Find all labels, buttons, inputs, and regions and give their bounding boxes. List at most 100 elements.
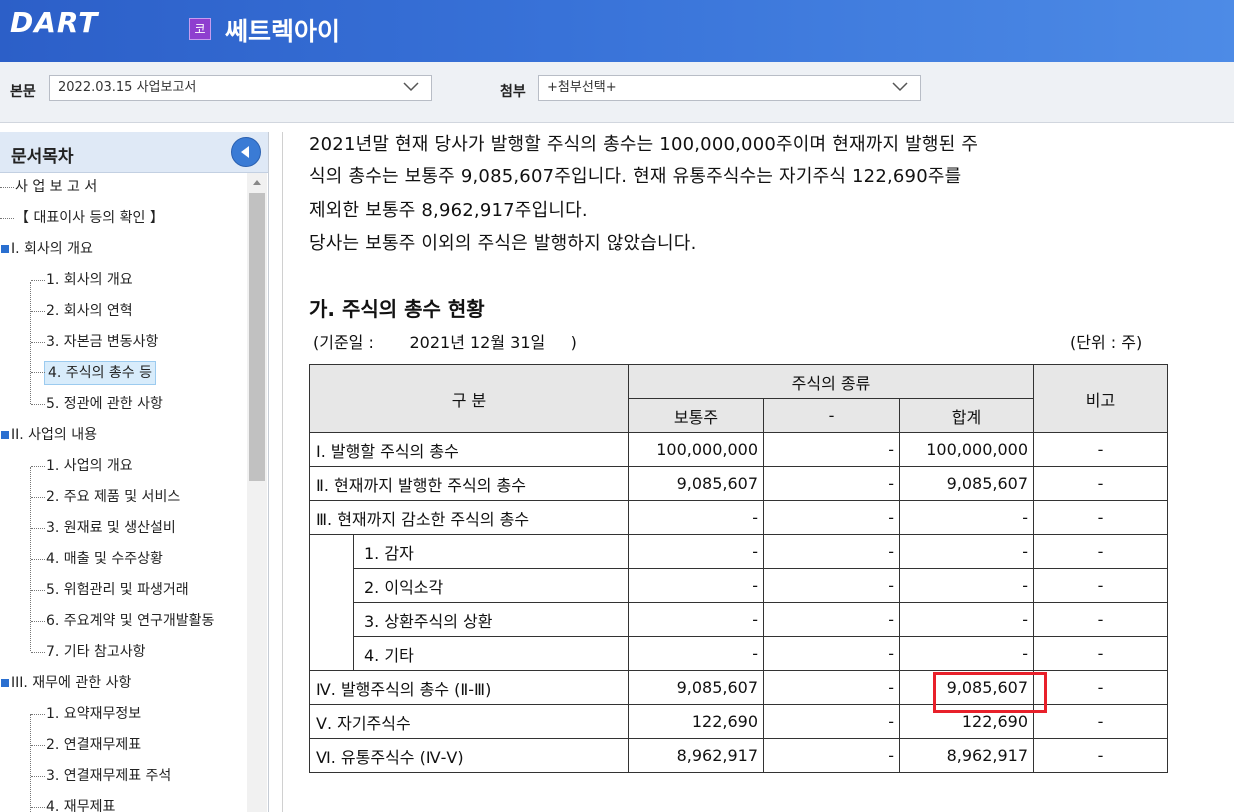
table-row: Ⅵ. 유통주식수 (Ⅳ-Ⅴ) 8,962,917 - 8,962,917 - [309, 738, 1168, 773]
toc-item-1-4-selected[interactable]: 4. 주식의 총수 등 [0, 361, 156, 385]
body-paragraph: 식의 총수는 보통주 9,085,607주입니다. 현재 유통주식수는 자기주식… [309, 166, 962, 187]
indent-cell [309, 534, 354, 671]
cell-other: - [763, 636, 900, 671]
toc-item-1-3[interactable]: 3. 자본금 변동사항 [0, 331, 158, 353]
folder-expand-icon[interactable] [1, 679, 9, 687]
row-label: 3. 상환주식의 상환 [353, 602, 629, 637]
attachment-select-value: +첨부선택+ [547, 80, 617, 95]
scroll-up-arrow-icon[interactable] [253, 180, 261, 185]
dart-logo[interactable]: DART [10, 6, 98, 39]
cell-common: - [628, 602, 764, 637]
cell-other: - [763, 704, 900, 739]
cell-other: - [763, 500, 900, 535]
cell-note: - [1033, 704, 1168, 739]
cell-note: - [1033, 432, 1168, 467]
toc-item-ceo-confirm[interactable]: 【 대표이사 등의 확인 】 [0, 207, 164, 229]
cell-note: - [1033, 568, 1168, 603]
header-dash: - [763, 398, 900, 433]
report-select[interactable]: 2022.03.15 사업보고서 [49, 75, 432, 101]
toc-list: 사 업 보 고 서 【 대표이사 등의 확인 】 I. 회사의 개요 1. 회사… [0, 173, 247, 812]
collapse-sidebar-button[interactable] [231, 137, 261, 167]
cell-common: 9,085,607 [628, 670, 764, 705]
header-share-types: 주식의 종류 [628, 364, 1034, 399]
table-row: Ⅱ. 현재까지 발행한 주식의 총수 9,085,607 - 9,085,607… [309, 466, 1168, 501]
cell-common: - [628, 500, 764, 535]
row-label: Ⅱ. 현재까지 발행한 주식의 총수 [309, 466, 629, 501]
folder-expand-icon[interactable] [1, 431, 9, 439]
cell-note: - [1033, 636, 1168, 671]
toc-item-2-1[interactable]: 1. 사업의 개요 [0, 455, 133, 477]
report-select-value: 2022.03.15 사업보고서 [58, 80, 197, 95]
cell-other: - [763, 466, 900, 501]
toc-item-1-2[interactable]: 2. 회사의 연혁 [0, 300, 133, 322]
toc-item-report[interactable]: 사 업 보 고 서 [0, 176, 97, 198]
row-label: 2. 이익소각 [353, 568, 629, 603]
row-label: 1. 감자 [353, 534, 629, 569]
row-label: Ⅴ. 자기주식수 [309, 704, 629, 739]
top-bar: DART 코 쎄트렉아이 [0, 0, 1234, 62]
toc-item-3-2[interactable]: 2. 연결재무제표 [0, 734, 141, 756]
toc-item-company-overview[interactable]: I. 회사의 개요 [0, 238, 93, 260]
table-row: 4. 기타 - - - - [310, 636, 1168, 671]
toc-item-2-5[interactable]: 5. 위험관리 및 파생거래 [0, 579, 189, 601]
scroll-thumb[interactable] [249, 193, 265, 481]
toc-header: 문서목차 [0, 132, 268, 173]
header-note: 비고 [1033, 364, 1168, 433]
table-row: 1. 감자 - - - - [309, 534, 1168, 671]
cell-common: 100,000,000 [628, 432, 764, 467]
row-label: Ⅳ. 발행주식의 총수 (Ⅱ-Ⅲ) [309, 670, 629, 705]
cell-total: - [899, 534, 1034, 569]
cell-other: - [763, 602, 900, 637]
table-row: 2. 이익소각 - - - - [310, 568, 1168, 603]
folder-expand-icon[interactable] [1, 245, 9, 253]
toc-item-2-4[interactable]: 4. 매출 및 수주상황 [0, 548, 163, 570]
base-date-note: (기준일 : 2021년 12월 31일 ) [313, 333, 577, 352]
row-label: Ⅲ. 현재까지 감소한 주식의 총수 [309, 500, 629, 535]
toc-item-financial[interactable]: III. 재무에 관한 사항 [0, 672, 131, 694]
attach-label: 첨부 [500, 84, 526, 100]
cell-note: - [1033, 670, 1168, 705]
logo-text: DART [10, 6, 99, 39]
cell-other: - [763, 738, 900, 773]
attachment-select[interactable]: +첨부선택+ [538, 75, 921, 101]
document-viewer: 2021년말 현재 당사가 발행할 주식의 총수는 100,000,000주이며… [282, 132, 1234, 812]
cell-other: - [763, 432, 900, 467]
toc-item-1-5[interactable]: 5. 정관에 관한 사항 [0, 393, 163, 415]
header-total: 합계 [899, 398, 1034, 433]
toc-item-2-3[interactable]: 3. 원재료 및 생산설비 [0, 517, 176, 539]
cell-total: 8,962,917 [899, 738, 1034, 773]
toc-sidebar: 문서목차 사 업 보 고 서 【 대표이사 등의 확인 】 I. 회사의 개요 … [0, 132, 269, 812]
toc-scrollbar[interactable] [247, 173, 267, 812]
toc-item-business[interactable]: II. 사업의 내용 [0, 424, 97, 446]
toc-item-2-2[interactable]: 2. 주요 제품 및 서비스 [0, 486, 180, 508]
toc-item-3-3[interactable]: 3. 연결재무제표 주석 [0, 765, 171, 787]
cell-common: - [628, 636, 764, 671]
toc-item-3-4[interactable]: 4. 재무제표 [0, 796, 115, 812]
table-row: Ⅲ. 현재까지 감소한 주식의 총수 - - - - [309, 500, 1168, 535]
corp-class-badge: 코 [189, 18, 211, 40]
company-name: 쎄트렉아이 [225, 17, 341, 46]
row-label: 4. 기타 [353, 636, 629, 671]
cell-common: 9,085,607 [628, 466, 764, 501]
document-select-bar: 본문 2022.03.15 사업보고서 첨부 +첨부선택+ [0, 62, 1234, 123]
cell-note: - [1033, 602, 1168, 637]
arrow-left-icon [241, 146, 249, 158]
cell-note: - [1033, 500, 1168, 535]
cell-common: - [628, 534, 764, 569]
cell-other: - [763, 568, 900, 603]
toc-item-3-1[interactable]: 1. 요약재무정보 [0, 703, 141, 725]
cell-total: - [899, 500, 1034, 535]
toc-item-2-6[interactable]: 6. 주요계약 및 연구개발활동 [0, 610, 214, 632]
row-label: Ⅵ. 유통주식수 (Ⅳ-Ⅴ) [309, 738, 629, 773]
unit-note: (단위 : 주) [1070, 333, 1143, 352]
toc-title: 문서목차 [11, 147, 74, 167]
cell-total: - [899, 636, 1034, 671]
chevron-down-icon [403, 82, 419, 92]
cell-note: - [1033, 466, 1168, 501]
cell-note: - [1033, 738, 1168, 773]
toc-item-1-1[interactable]: 1. 회사의 개요 [0, 269, 133, 291]
toc-item-2-7[interactable]: 7. 기타 참고사항 [0, 641, 146, 663]
cell-note: - [1033, 534, 1168, 569]
header-common: 보통주 [628, 398, 764, 433]
section-title: 가. 주식의 총수 현황 [309, 297, 485, 321]
